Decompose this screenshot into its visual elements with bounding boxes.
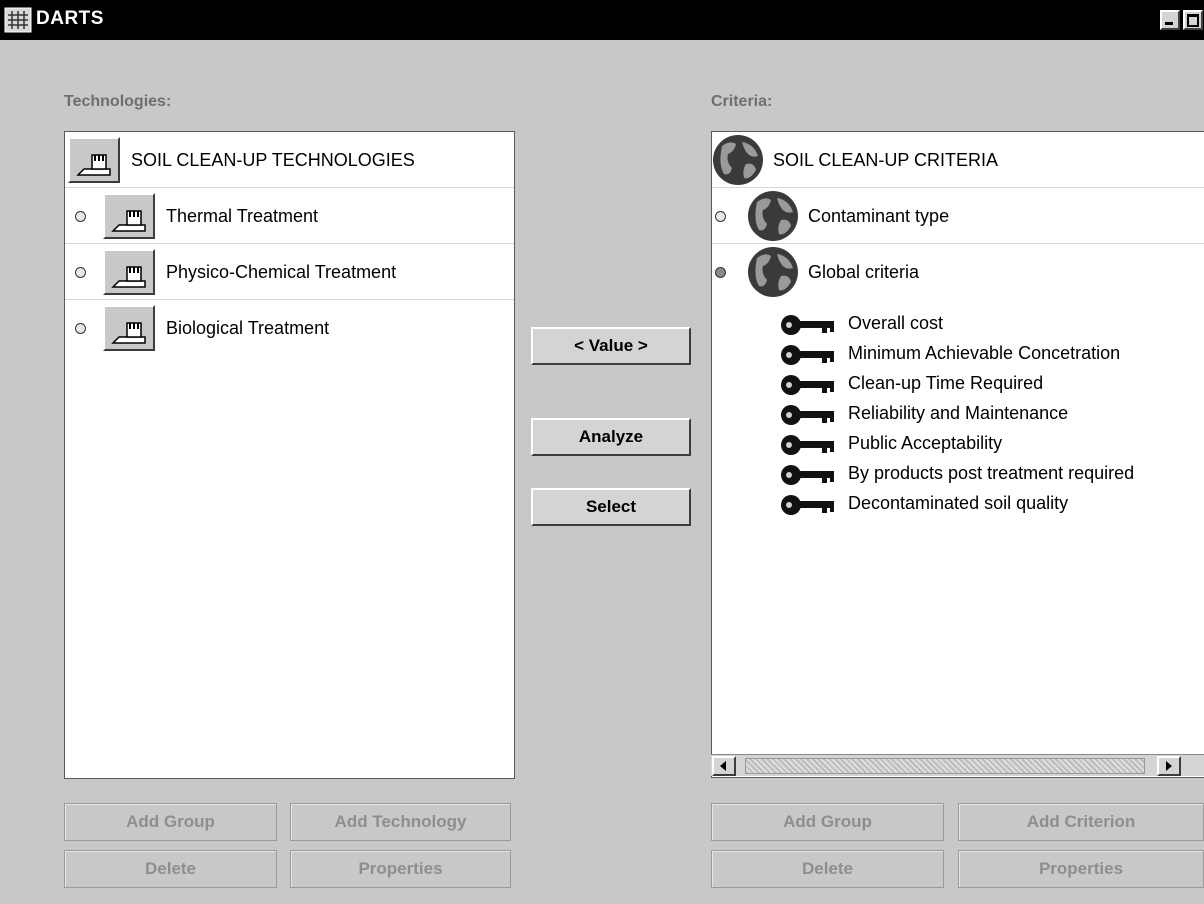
crit-add-group-button[interactable]: Add Group	[711, 803, 944, 841]
value-button[interactable]: < Value >	[531, 327, 691, 365]
scroll-left-button[interactable]	[712, 756, 736, 776]
tree-group-contaminant-type[interactable]: Contaminant type	[712, 188, 1204, 244]
title-bar: DARTS	[0, 0, 1204, 40]
technologies-tree[interactable]: SOIL CLEAN-UP TECHNOLOGIES Thermal Treat…	[64, 131, 515, 779]
tree-item-label: Physico-Chemical Treatment	[166, 262, 397, 282]
tree-item-label: Thermal Treatment	[166, 206, 319, 226]
tech-delete-button[interactable]: Delete	[64, 850, 277, 888]
tech-add-group-button[interactable]: Add Group	[64, 803, 277, 841]
minimize-button[interactable]	[1160, 10, 1180, 30]
tree-group-label: Contaminant type	[808, 206, 950, 226]
scroll-right-button[interactable]	[1157, 756, 1181, 776]
tree-root-technologies[interactable]: SOIL CLEAN-UP TECHNOLOGIES	[65, 132, 514, 188]
criterion-label: Public Acceptability	[848, 433, 1003, 453]
factory-icon	[68, 137, 120, 183]
key-icon	[781, 345, 834, 365]
tree-item-thermal[interactable]: Thermal Treatment	[65, 188, 514, 244]
maximize-button[interactable]	[1183, 10, 1203, 30]
tree-root-label: SOIL CLEAN-UP CRITERIA	[773, 150, 999, 170]
tree-group-global-criteria[interactable]: Global criteria	[712, 244, 1204, 300]
criteria-horizontal-scrollbar[interactable]	[711, 754, 1204, 776]
criterion-label: Minimum Achievable Concetration	[848, 343, 1121, 363]
criterion-label: Decontaminated soil quality	[848, 493, 1069, 513]
app-icon[interactable]	[4, 7, 32, 33]
criteria-label: Criteria:	[711, 93, 773, 110]
key-icon	[781, 495, 834, 515]
criterion-item[interactable]: Minimum Achievable Concetration	[780, 340, 1204, 370]
key-icon	[781, 315, 834, 335]
key-icon	[781, 465, 834, 485]
scroll-track[interactable]	[745, 758, 1145, 774]
factory-icon	[103, 305, 155, 351]
factory-icon	[103, 193, 155, 239]
expand-handle[interactable]	[715, 267, 726, 278]
analyze-button[interactable]: Analyze	[531, 418, 691, 456]
crit-delete-button[interactable]: Delete	[711, 850, 944, 888]
criterion-label: Overall cost	[848, 313, 944, 333]
technologies-label: Technologies:	[64, 93, 172, 110]
criterion-item[interactable]: By products post treatment required	[780, 460, 1204, 490]
window-title: DARTS	[36, 8, 104, 29]
arrow-left-icon	[720, 761, 726, 771]
key-icon	[781, 375, 834, 395]
tree-root-label: SOIL CLEAN-UP TECHNOLOGIES	[131, 150, 415, 170]
expand-handle[interactable]	[75, 267, 86, 278]
criterion-item[interactable]: Public Acceptability	[780, 430, 1204, 460]
arrow-right-icon	[1166, 761, 1172, 771]
criterion-item[interactable]: Overall cost	[780, 310, 1204, 340]
add-technology-button[interactable]: Add Technology	[290, 803, 511, 841]
tree-item-physico-chemical[interactable]: Physico-Chemical Treatment	[65, 244, 514, 300]
tree-item-label: Biological Treatment	[166, 318, 330, 338]
expand-handle[interactable]	[75, 323, 86, 334]
criterion-item[interactable]: Reliability and Maintenance	[780, 400, 1204, 430]
crit-properties-button[interactable]: Properties	[958, 850, 1204, 888]
tree-group-label: Global criteria	[808, 262, 920, 282]
select-button[interactable]: Select	[531, 488, 691, 526]
globe-icon	[748, 247, 798, 297]
criterion-item[interactable]: Decontaminated soil quality	[780, 490, 1204, 520]
criteria-tree[interactable]: SOIL CLEAN-UP CRITERIA Contaminant type …	[711, 131, 1204, 778]
key-icon	[781, 405, 834, 425]
tree-item-biological[interactable]: Biological Treatment	[65, 300, 514, 356]
tech-properties-button[interactable]: Properties	[290, 850, 511, 888]
add-criterion-button[interactable]: Add Criterion	[958, 803, 1204, 841]
criterion-label: By products post treatment required	[848, 463, 1135, 483]
criterion-item[interactable]: Clean-up Time Required	[780, 370, 1204, 400]
expand-handle[interactable]	[715, 211, 726, 222]
criterion-label: Clean-up Time Required	[848, 373, 1044, 393]
globe-icon	[748, 191, 798, 241]
criterion-label: Reliability and Maintenance	[848, 403, 1069, 423]
key-icon	[781, 435, 834, 455]
factory-icon	[103, 249, 155, 295]
globe-icon	[713, 135, 763, 185]
tree-root-criteria[interactable]: SOIL CLEAN-UP CRITERIA	[712, 132, 1204, 188]
expand-handle[interactable]	[75, 211, 86, 222]
